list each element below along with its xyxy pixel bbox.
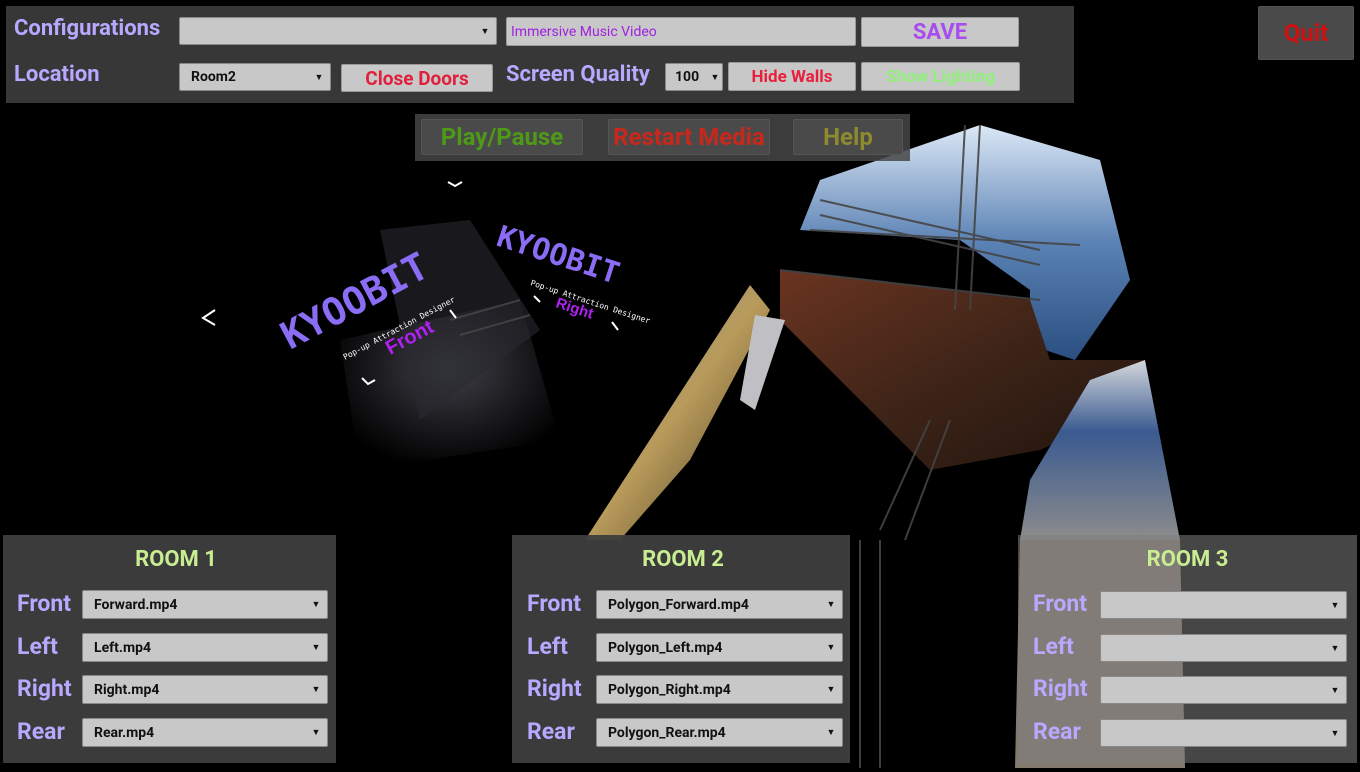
room-1-right-value: Right.mp4	[94, 681, 160, 698]
title-input[interactable]: Immersive Music Video	[506, 17, 856, 46]
room-2-rear-dropdown[interactable]: Polygon_Rear.mp4 ▼	[596, 718, 843, 747]
play-pause-button[interactable]: Play/Pause	[421, 119, 583, 155]
room-2-left-label: Left	[527, 633, 568, 660]
quit-label: Quit	[1283, 19, 1329, 47]
dropdown-arrow-icon: ▼	[480, 26, 490, 37]
room-2-front-value: Polygon_Forward.mp4	[608, 596, 749, 613]
restart-media-button[interactable]: Restart Media	[608, 119, 770, 155]
dropdown-arrow-icon: ▼	[1330, 600, 1340, 611]
room-1-left-label: Left	[17, 633, 58, 660]
room-1-front-dropdown[interactable]: Forward.mp4 ▼	[82, 590, 328, 619]
room-1-right-dropdown[interactable]: Right.mp4 ▼	[82, 675, 328, 704]
room-1-front-label: Front	[17, 590, 72, 617]
room-1-rear-value: Rear.mp4	[94, 724, 155, 741]
help-label: Help	[823, 123, 873, 151]
room-3-front-dropdown[interactable]: ▼	[1100, 591, 1347, 619]
room-3-rear-dropdown[interactable]: ▼	[1100, 719, 1347, 747]
show-lighting-label: Show Lighting	[886, 66, 995, 87]
room-2-right-value: Polygon_Right.mp4	[608, 681, 731, 698]
room-1-left-value: Left.mp4	[94, 639, 151, 656]
configurations-label: Configurations	[14, 16, 161, 41]
dropdown-arrow-icon: ▼	[826, 643, 836, 653]
room-1-rear-label: Rear	[17, 718, 65, 745]
room-2-front-label: Front	[527, 590, 582, 617]
dropdown-arrow-icon: ▼	[1330, 728, 1340, 739]
room-2-right-dropdown[interactable]: Polygon_Right.mp4 ▼	[596, 675, 843, 704]
room-1-front-value: Forward.mp4	[94, 596, 178, 613]
room-3-title: ROOM 3	[1146, 547, 1229, 572]
dropdown-arrow-icon: ▼	[311, 685, 321, 695]
room-1-left-dropdown[interactable]: Left.mp4 ▼	[82, 633, 328, 662]
room-1-rear-dropdown[interactable]: Rear.mp4 ▼	[82, 718, 328, 747]
dropdown-arrow-icon: ▼	[826, 728, 836, 738]
room-2-rear-value: Polygon_Rear.mp4	[608, 724, 726, 741]
title-input-value: Immersive Music Video	[511, 23, 657, 40]
room-2-right-label: Right	[527, 675, 582, 702]
room-2-rear-label: Rear	[527, 718, 575, 745]
location-label: Location	[14, 62, 100, 87]
room-3-left-label: Left	[1033, 633, 1074, 660]
save-label: SAVE	[912, 19, 968, 45]
location-dropdown[interactable]: Room2 ▼	[179, 63, 331, 91]
dropdown-arrow-icon: ▼	[314, 72, 324, 83]
hide-walls-button[interactable]: Hide Walls	[728, 62, 856, 91]
dropdown-arrow-icon: ▼	[1330, 685, 1340, 696]
configurations-dropdown[interactable]: ▼	[179, 17, 497, 45]
dropdown-arrow-icon: ▼	[1330, 643, 1340, 654]
close-doors-button[interactable]: Close Doors	[341, 64, 493, 92]
quit-button[interactable]: Quit	[1258, 6, 1354, 60]
room-3-right-label: Right	[1033, 675, 1088, 702]
room-3-rear-label: Rear	[1033, 718, 1081, 745]
room-2-left-dropdown[interactable]: Polygon_Left.mp4 ▼	[596, 633, 843, 662]
room-2-front-dropdown[interactable]: Polygon_Forward.mp4 ▼	[596, 590, 843, 619]
room-2-title: ROOM 2	[642, 547, 724, 572]
logo-right: KYOOBIT	[493, 219, 624, 291]
play-pause-label: Play/Pause	[440, 123, 564, 151]
room-3-right-dropdown[interactable]: ▼	[1100, 676, 1347, 704]
screen-quality-dropdown[interactable]: 100 ▼	[665, 63, 723, 91]
dropdown-arrow-icon: ▼	[311, 643, 321, 653]
screen-quality-value: 100	[675, 69, 700, 85]
room-1-right-label: Right	[17, 675, 72, 702]
dropdown-arrow-icon: ▼	[311, 728, 321, 738]
dropdown-arrow-icon: ▼	[311, 600, 321, 610]
help-button[interactable]: Help	[793, 119, 903, 155]
close-doors-label: Close Doors	[365, 66, 469, 90]
dropdown-arrow-icon: ▼	[710, 72, 720, 83]
hide-walls-label: Hide Walls	[751, 66, 833, 87]
room-3-front-label: Front	[1033, 590, 1088, 617]
room-3-left-dropdown[interactable]: ▼	[1100, 634, 1347, 662]
save-button[interactable]: SAVE	[861, 17, 1019, 47]
show-lighting-button[interactable]: Show Lighting	[861, 62, 1020, 91]
dropdown-arrow-icon: ▼	[826, 685, 836, 695]
room-2-left-value: Polygon_Left.mp4	[608, 639, 723, 656]
restart-media-label: Restart Media	[613, 123, 765, 151]
room-1-title: ROOM 1	[135, 547, 217, 572]
location-value: Room2	[191, 69, 236, 85]
dropdown-arrow-icon: ▼	[826, 600, 836, 610]
screen-quality-label: Screen Quality	[506, 62, 650, 87]
